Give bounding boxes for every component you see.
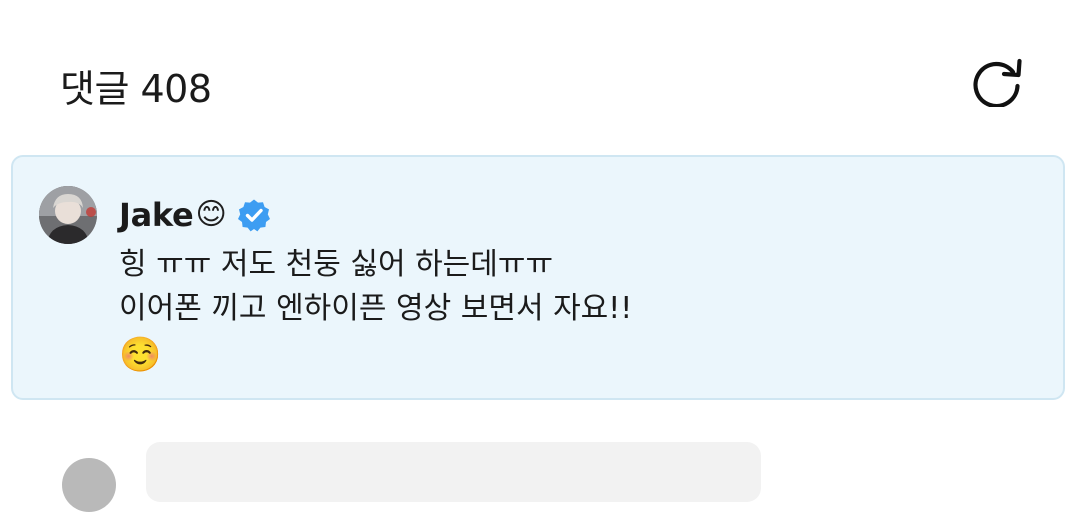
verified-badge-icon: [237, 199, 270, 232]
author-avatar[interactable]: [39, 186, 97, 244]
refresh-button[interactable]: [966, 54, 1028, 108]
author-name[interactable]: Jake: [119, 196, 194, 234]
comment-text: 힝 ㅠㅠ 저도 천둥 싫어 하는데ㅠㅠ 이어폰 끼고 엔하이픈 영상 보면서 자…: [119, 243, 1019, 379]
comment-author-row: Jake 😊: [119, 193, 271, 237]
next-comment-avatar[interactable]: [62, 458, 116, 512]
pinned-comment-card[interactable]: Jake 😊 힝 ㅠㅠ 저도 천둥 싫어 하는데ㅠㅠ 이어폰 끼고 엔하이픈 영…: [11, 155, 1065, 400]
author-emoji: 😊: [195, 197, 227, 232]
next-comment-bubble[interactable]: [146, 442, 761, 502]
comment-line: 힝 ㅠㅠ 저도 천둥 싫어 하는데ㅠㅠ: [119, 247, 554, 282]
refresh-icon: [973, 58, 1022, 107]
comments-header: 댓글 408: [0, 0, 1080, 150]
comments-count-title: 댓글 408: [60, 67, 212, 111]
comment-emoji: ☺️: [119, 335, 162, 375]
comment-line: 이어폰 끼고 엔하이픈 영상 보면서 자요!!: [119, 291, 633, 326]
